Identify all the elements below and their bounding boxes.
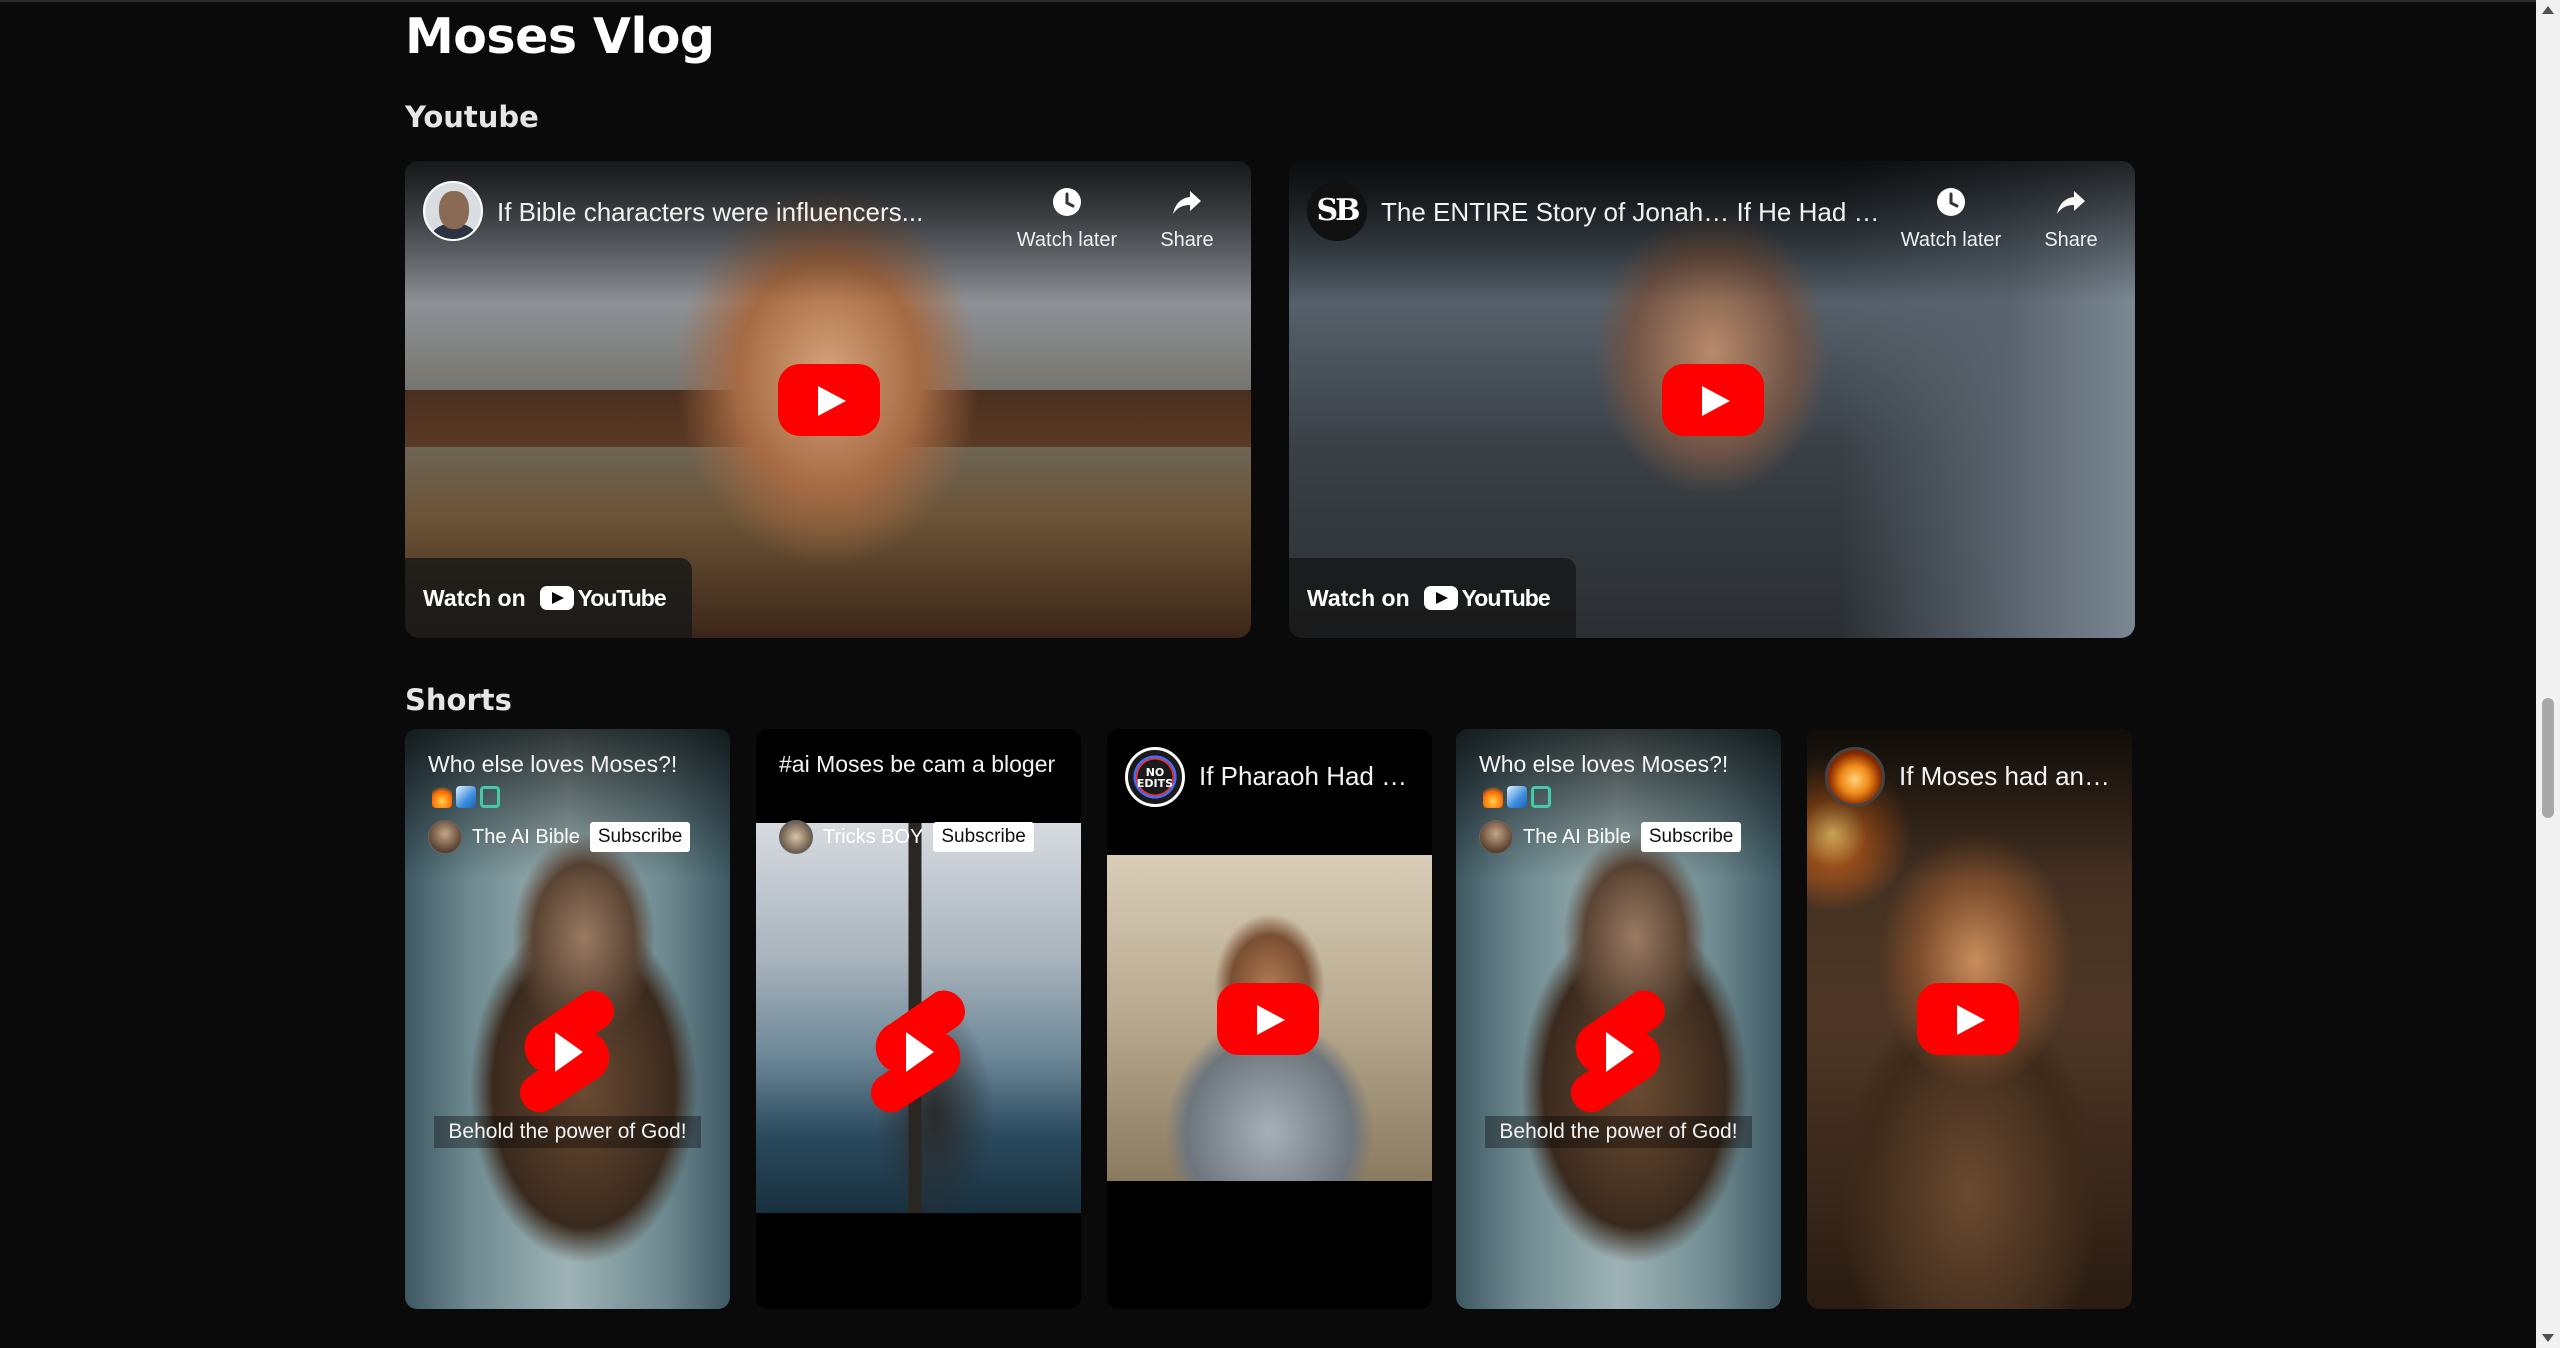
- watch-on-youtube-link[interactable]: Watch on YouTube: [405, 558, 692, 638]
- video-top-shade: [1289, 161, 2135, 301]
- channel-avatar[interactable]: SB: [1307, 181, 1367, 241]
- short-embed-2[interactable]: #ai Moses be cam a bloger Tricks BOY Sub…: [756, 729, 1081, 1309]
- youtube-logo-text: YouTube: [577, 584, 667, 611]
- youtube-shorts-icon[interactable]: [1566, 984, 1670, 1120]
- youtube-shorts-icon[interactable]: [515, 984, 619, 1120]
- youtube-play-icon[interactable]: [1662, 364, 1764, 436]
- short-embed-3[interactable]: NO EDITS If Pharaoh Had …: [1107, 729, 1432, 1309]
- youtube-shorts-icon[interactable]: [866, 984, 970, 1120]
- youtube-play-icon[interactable]: [1217, 983, 1319, 1055]
- short-caption: Behold the power of God!: [405, 1116, 730, 1148]
- channel-name[interactable]: Tricks BOY: [823, 826, 923, 849]
- loop-emoji-icon: [480, 785, 500, 808]
- section-title-youtube: Youtube: [405, 100, 539, 134]
- subscribe-button[interactable]: Subscribe: [1640, 822, 1742, 852]
- channel-avatar[interactable]: [779, 820, 813, 854]
- short-title[interactable]: Who else loves Moses?!: [428, 749, 708, 811]
- video-top-shade: [405, 161, 1251, 301]
- emoji-row: [432, 785, 500, 808]
- short-caption: Behold the power of God!: [1456, 1116, 1781, 1148]
- video-title[interactable]: The ENTIRE Story of Jonah… If He Had …: [1381, 197, 1901, 228]
- clock-icon: [1053, 188, 1081, 216]
- short-title[interactable]: If Pharaoh Had …: [1199, 761, 1419, 792]
- watch-on-label: Watch on: [423, 584, 526, 611]
- section-title-shorts: Shorts: [405, 683, 512, 717]
- fire-emoji-icon: [432, 785, 452, 808]
- watch-later-label: Watch later: [1900, 229, 2002, 251]
- short-channel-row: Tricks BOY Subscribe: [779, 820, 1034, 854]
- short-title[interactable]: #ai Moses be cam a bloger: [779, 749, 1059, 780]
- avatar-text: NO EDITS: [1136, 766, 1174, 790]
- short-channel-row: The AI Bible Subscribe: [1479, 820, 1742, 854]
- channel-name[interactable]: The AI Bible: [472, 826, 580, 849]
- share-button[interactable]: Share: [1132, 185, 1242, 252]
- short-embed-4[interactable]: Who else loves Moses?! The AI Bible Subs…: [1456, 729, 1781, 1309]
- scroll-up-arrow-icon[interactable]: [2542, 6, 2554, 14]
- scroll-thumb[interactable]: [2542, 698, 2554, 818]
- short-title-text: Who else loves Moses?!: [428, 751, 678, 777]
- emoji-row: [1483, 785, 1551, 808]
- page-title: Moses Vlog: [405, 8, 715, 65]
- watch-on-youtube-link[interactable]: Watch on YouTube: [1289, 558, 1576, 638]
- youtube-logo-text: YouTube: [1461, 584, 1551, 611]
- page-scrollbar[interactable]: [2536, 0, 2560, 1348]
- share-label: Share: [2044, 229, 2098, 251]
- avatar-face: [439, 191, 469, 229]
- loop-emoji-icon: [1531, 785, 1551, 808]
- share-arrow-icon: [2057, 191, 2085, 214]
- share-label: Share: [1160, 229, 1214, 251]
- channel-avatar[interactable]: [428, 820, 462, 854]
- caption-text: Behold the power of God!: [1485, 1116, 1752, 1148]
- watch-later-button[interactable]: Watch later: [1896, 185, 2006, 252]
- caption-text: Behold the power of God!: [434, 1116, 701, 1148]
- short-title[interactable]: Who else loves Moses?!: [1479, 749, 1759, 811]
- short-channel-row: The AI Bible Subscribe: [428, 820, 691, 854]
- youtube-logo: YouTube: [1423, 584, 1551, 612]
- channel-avatar[interactable]: [423, 181, 483, 241]
- channel-avatar[interactable]: NO EDITS: [1125, 747, 1185, 807]
- youtube-logo-icon: [1423, 586, 1458, 610]
- scroll-down-arrow-icon[interactable]: [2542, 1334, 2554, 1342]
- watch-later-button[interactable]: Watch later: [1012, 185, 1122, 252]
- watch-on-label: Watch on: [1307, 584, 1410, 611]
- youtube-logo: YouTube: [539, 584, 667, 612]
- subscribe-button[interactable]: Subscribe: [589, 822, 691, 852]
- share-arrow-icon: [1173, 191, 1201, 214]
- short-title[interactable]: If Moses had an…: [1899, 761, 2119, 792]
- short-embed-1[interactable]: Who else loves Moses?! The AI Bible Subs…: [405, 729, 730, 1309]
- youtube-play-icon[interactable]: [1917, 983, 2019, 1055]
- watch-later-label: Watch later: [1016, 229, 1118, 251]
- share-button[interactable]: Share: [2016, 185, 2126, 252]
- wave-emoji-icon: [456, 785, 476, 808]
- channel-avatar[interactable]: [1479, 820, 1513, 854]
- top-border: [0, 0, 2560, 2]
- wave-emoji-icon: [1507, 785, 1527, 808]
- video-title[interactable]: If Bible characters were influencers...: [497, 197, 1017, 228]
- short-embed-5[interactable]: If Moses had an…: [1807, 729, 2132, 1309]
- channel-avatar[interactable]: [1825, 747, 1885, 807]
- subscribe-button[interactable]: Subscribe: [933, 822, 1034, 852]
- fire-emoji-icon: [1483, 785, 1503, 808]
- short-title-text: Who else loves Moses?!: [1479, 751, 1729, 777]
- channel-name[interactable]: The AI Bible: [1523, 826, 1631, 849]
- youtube-embed-1[interactable]: If Bible characters were influencers... …: [405, 161, 1251, 638]
- youtube-embed-2[interactable]: SB The ENTIRE Story of Jonah… If He Had …: [1289, 161, 2135, 638]
- youtube-logo-icon: [539, 586, 574, 610]
- clock-icon: [1937, 188, 1965, 216]
- youtube-play-icon[interactable]: [778, 364, 880, 436]
